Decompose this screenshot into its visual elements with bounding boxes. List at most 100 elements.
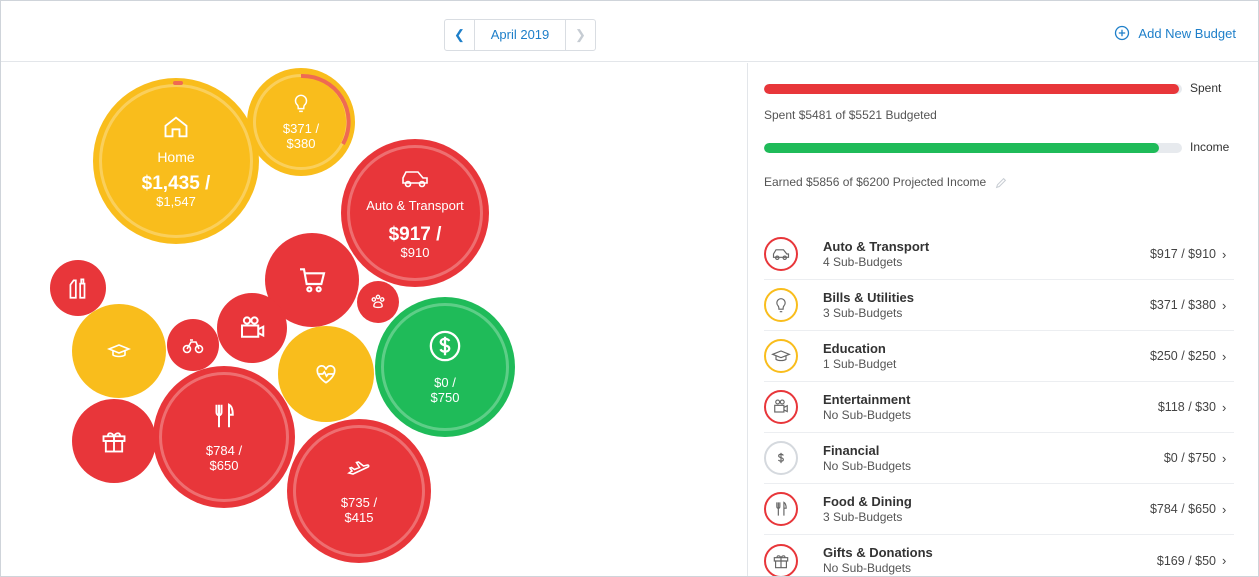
top-bar: ❮ April 2019 ❯ Add New Budget [1,1,1258,62]
category-row[interactable]: Education 1 Sub-Budget $250 / $250 › [764,331,1234,382]
bubble-education[interactable] [72,304,166,398]
bubble-personal-care[interactable] [50,260,106,316]
category-text: Gifts & Donations No Sub-Budgets [823,545,1157,576]
chevron-right-icon: › [1222,450,1227,466]
chevron-right-icon[interactable]: ❯ [565,20,595,50]
category-row[interactable]: Financial No Sub-Budgets $0 / $750 › [764,433,1234,484]
category-amount: $371 / $380 [1149,298,1216,312]
bubble-travel-spent: $735 / [340,495,378,510]
income-bar-label: Income [1190,140,1230,154]
bubble-bills-utilities[interactable]: $371 / $380 [247,68,355,176]
category-row[interactable]: Gifts & Donations No Sub-Budgets $169 / $5… [764,535,1234,576]
fork-knife-icon [215,403,234,428]
bubble-food-dining[interactable]: $784 / $650 [153,366,295,508]
bubble-home[interactable]: Home $1,435 / $1,547 [93,78,259,244]
bills-progress-ring [300,73,351,145]
video-camera-icon [764,390,798,424]
category-amount: $784 / $650 [1149,502,1216,516]
video-camera-icon [241,316,265,338]
chevron-right-icon: › [1222,399,1227,415]
bubble-pets[interactable] [357,281,399,323]
budget-summary-panel: Spent Spent $5481 of $5521 Budgeted Inco… [748,63,1258,576]
category-list: Auto & Transport 4 Sub-Budgets $917 / $910… [764,229,1234,576]
bubble-food-spent: $784 / [205,443,243,458]
category-sub-budgets: 3 Sub-Budgets [823,305,903,320]
spent-bar-label: Spent [1190,81,1222,95]
bubble-food-budget: $650 [209,458,239,473]
bubble-financial-budget: $750 [430,390,460,405]
month-navigator: ❮ April 2019 ❯ [444,19,596,51]
bicycle-icon [182,339,204,354]
chevron-right-icon: › [1222,297,1227,313]
plus-circle-icon [1115,25,1130,41]
car-icon [402,171,428,188]
spent-bar-fill [764,84,1180,94]
category-amount: $118 / $30 [1157,400,1216,414]
bubble-home-budget: $1,547 [156,194,196,209]
chevron-right-icon: › [1222,553,1227,568]
graduation-cap-icon [764,339,798,373]
month-label[interactable]: April 2019 [475,20,565,50]
category-name: Financial [823,442,880,458]
chevron-left-icon[interactable]: ❮ [445,20,475,50]
bubble-auto-budget: $910 [400,245,430,260]
category-row[interactable]: Entertainment No Sub-Budgets $118 / $30 › [764,382,1234,433]
bubble-travel-budget: $415 [344,510,374,525]
category-amount: $169 / $50 [1156,553,1216,568]
category-text: Bills & Utilities 3 Sub-Budgets [823,290,1150,321]
pencil-icon[interactable] [994,176,1008,190]
add-new-budget-label: Add New Budget [1138,25,1236,41]
category-amount: $917 / $910 [1149,247,1216,261]
bubble-financial-spent: $0 / [434,375,456,390]
chevron-right-icon: › [1222,501,1227,517]
chevron-right-icon: › [1222,246,1227,262]
category-amount: $0 / $750 [1163,451,1216,465]
toiletries-icon [69,278,86,299]
category-name: Bills & Utilities [823,289,915,305]
bubble-home-name: Home [157,149,195,165]
income-bar: Income [764,140,1252,154]
category-name: Gifts & Donations [823,545,933,560]
fork-knife-icon [764,492,798,526]
car-icon [764,237,798,271]
home-icon [164,116,188,138]
dollar-icon [764,441,798,475]
category-name: Auto & Transport [823,238,930,254]
paw-icon [371,294,385,309]
category-name: Education [823,340,886,356]
bubble-auto-spent: $917 / [388,224,442,245]
bubble-entertainment[interactable] [217,293,287,363]
category-sub-budgets: 1 Sub-Budget [823,356,897,371]
income-bar-fill [764,143,1159,153]
category-row[interactable]: Bills & Utilities 3 Sub-Budgets $371 / $38… [764,280,1234,331]
lightbulb-icon [764,288,798,322]
category-sub-budgets: No Sub-Budgets [823,458,912,473]
category-name: Food & Dining [823,493,912,509]
bubble-health[interactable] [278,326,374,422]
bubble-gifts[interactable] [72,399,156,483]
bubble-home-spent: $1,435 / [141,173,211,194]
category-name: Entertainment [823,391,911,407]
category-sub-budgets: 3 Sub-Budgets [823,509,903,524]
bubble-financial[interactable]: $0 / $750 [375,297,515,437]
heart-pulse-icon [316,365,336,384]
bubble-travel[interactable]: $735 / $415 [287,419,431,563]
category-text: Financial No Sub-Budgets [823,443,1164,474]
category-sub-budgets: 4 Sub-Budgets [823,254,903,269]
category-row[interactable]: Auto & Transport 4 Sub-Budgets $917 / $910… [764,229,1234,280]
category-text: Food & Dining 3 Sub-Budgets [823,494,1150,525]
cart-icon [300,268,326,293]
bubble-auto-transport[interactable]: Auto & Transport $917 / $910 [341,139,489,287]
category-text: Education 1 Sub-Budget [823,341,1150,372]
income-caption: Earned $5856 of $6200 Projected Income [764,175,987,189]
category-text: Auto & Transport 4 Sub-Budgets [823,239,1150,270]
spent-bar: Spent [764,81,1252,95]
budget-page: ❮ April 2019 ❯ Add New Budget Home $1,43… [0,0,1259,577]
bubble-kids[interactable] [167,319,219,371]
gift-icon [764,543,798,576]
chevron-right-icon: › [1222,348,1227,364]
add-new-budget-button[interactable]: Add New Budget [1114,25,1236,41]
category-row[interactable]: Food & Dining 3 Sub-Budgets $784 / $650 › [764,484,1234,535]
category-sub-budgets: No Sub-Budgets [823,407,912,422]
budget-bubble-chart: Home $1,435 / $1,547 $371 / $380 Auto & … [1,63,747,576]
